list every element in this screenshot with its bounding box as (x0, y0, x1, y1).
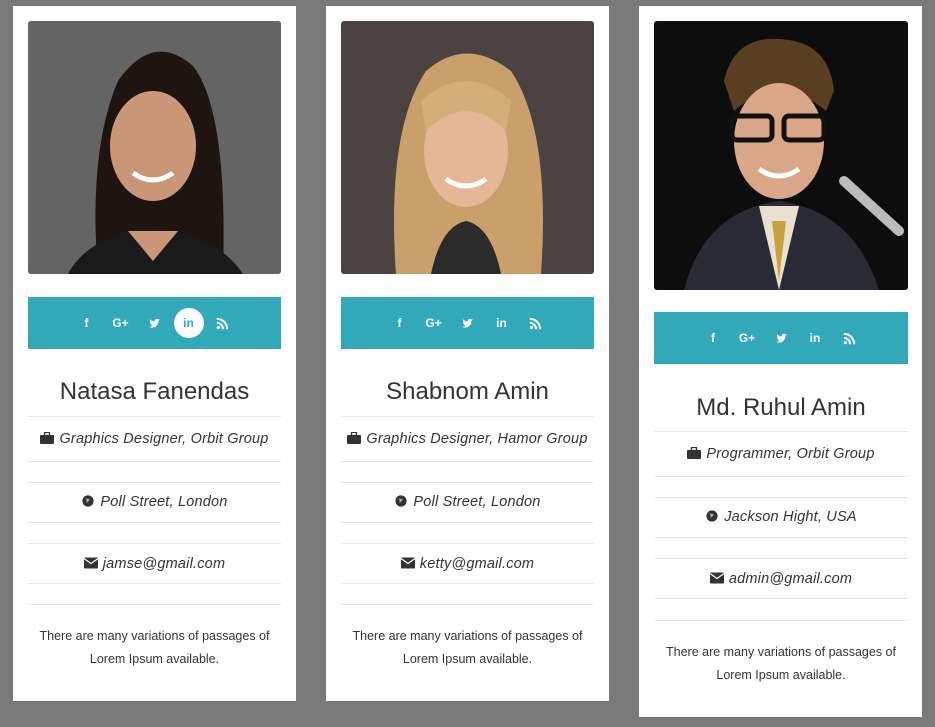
member-description: There are many variations of passages of… (28, 604, 281, 671)
envelope-icon (400, 557, 415, 569)
member-photo (28, 21, 281, 274)
twitter-icon[interactable] (766, 323, 796, 353)
rss-icon[interactable] (521, 308, 551, 338)
member-location-text: Jackson Hight, USA (724, 509, 857, 525)
briefcase-icon (687, 447, 702, 459)
twitter-icon[interactable] (453, 308, 483, 338)
briefcase-icon (40, 432, 55, 444)
member-email: ketty@gmail.com (341, 543, 594, 584)
envelope-icon (709, 572, 724, 584)
social-links-bar: f G+ in (341, 297, 594, 349)
social-links-bar: f G+ in (28, 297, 281, 349)
team-card: f G+ in Shabnom Amin Graphics Designer, … (326, 6, 609, 701)
member-location: Jackson Hight, USA (654, 497, 908, 538)
member-name: Shabnom Amin (386, 378, 549, 405)
google-plus-icon[interactable]: G+ (732, 323, 762, 353)
linkedin-icon[interactable]: in (487, 308, 517, 338)
google-plus-icon[interactable]: G+ (106, 308, 136, 338)
envelope-icon (83, 557, 98, 569)
google-plus-icon[interactable]: G+ (419, 308, 449, 338)
member-email-text[interactable]: admin@gmail.com (729, 571, 852, 587)
linkedin-icon[interactable]: in (173, 308, 204, 338)
member-photo (654, 21, 908, 290)
member-email: admin@gmail.com (654, 558, 908, 599)
briefcase-icon (347, 432, 362, 444)
member-location-text: Poll Street, London (100, 494, 228, 510)
rss-icon[interactable] (834, 323, 864, 353)
member-role: Programmer, Orbit Group (654, 431, 908, 477)
member-location: Poll Street, London (28, 482, 281, 523)
member-role: Graphics Designer, Orbit Group (28, 416, 281, 462)
member-email-text[interactable]: jamse@gmail.com (103, 556, 225, 572)
linkedin-icon[interactable]: in (800, 323, 830, 353)
member-email: jamse@gmail.com (28, 543, 281, 584)
facebook-icon[interactable]: f (385, 308, 415, 338)
member-role-text: Graphics Designer, Hamor Group (366, 431, 588, 447)
globe-icon (81, 495, 95, 507)
member-email-text[interactable]: ketty@gmail.com (420, 556, 534, 572)
team-card: f G+ in Natasa Fanendas Graphics Designe… (13, 6, 296, 701)
facebook-icon[interactable]: f (698, 323, 728, 353)
team-card: f G+ in Md. Ruhul Amin Programmer, Orbit… (639, 6, 922, 717)
globe-icon (705, 510, 719, 522)
facebook-icon[interactable]: f (72, 308, 102, 338)
globe-icon (394, 495, 408, 507)
member-photo (341, 21, 594, 274)
member-description: There are many variations of passages of… (341, 604, 594, 671)
member-name: Natasa Fanendas (59, 378, 250, 405)
twitter-icon[interactable] (140, 308, 170, 338)
social-links-bar: f G+ in (654, 312, 908, 364)
member-role-text: Graphics Designer, Orbit Group (59, 431, 269, 447)
member-location-text: Poll Street, London (413, 494, 541, 510)
member-description: There are many variations of passages of… (654, 620, 908, 687)
member-name: Md. Ruhul Amin (696, 394, 866, 421)
member-role-text: Programmer, Orbit Group (706, 446, 875, 462)
rss-icon[interactable] (208, 308, 238, 338)
member-location: Poll Street, London (341, 482, 594, 523)
member-role: Graphics Designer, Hamor Group (341, 416, 594, 462)
